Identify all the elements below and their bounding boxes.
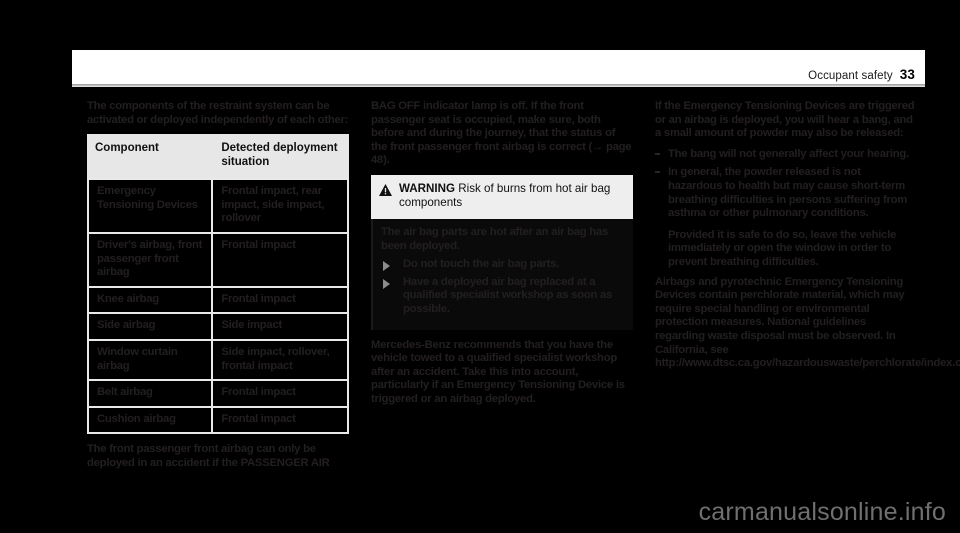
table-row: Driver's airbag, front passenger front a… — [87, 231, 349, 286]
cell-component: Side airbag — [87, 312, 214, 339]
list-item: In general, the powder released is not h… — [655, 166, 917, 220]
cell-component: Driver's airbag, front passenger front a… — [87, 231, 214, 286]
cell-component: Emergency Tensioning Devices — [87, 178, 214, 232]
table-row: Window curtain airbag Side impact, rollo… — [87, 338, 349, 380]
site-watermark: carmanualsonline.info — [698, 498, 946, 526]
leave-vehicle-paragraph: Provided it is safe to do so, leave the … — [668, 228, 897, 268]
cell-situation: Frontal impact, rear impact, side impact… — [213, 178, 349, 232]
cell-situation: Side impact — [213, 312, 349, 339]
page-columns: The components of the restraint system c… — [87, 100, 960, 469]
restraint-intro-paragraph: The components of the restraint system c… — [87, 100, 349, 126]
cell-component: Knee airbag — [87, 285, 214, 313]
column-header-deployment-situation: Detected deployment situation — [213, 134, 349, 179]
warning-title-line: WARNING Risk of burns from hot air bag c… — [399, 182, 625, 211]
table-row: Side airbag Side impact — [87, 312, 349, 339]
cell-situation: Frontal impact — [213, 285, 349, 313]
table-row: Cushion airbag Frontal impact — [87, 405, 349, 435]
table-header-row: Component Detected deployment situation — [87, 134, 349, 179]
section-title: Occupant safety — [808, 70, 893, 82]
list-item: Do not touch the air bag parts. — [381, 258, 625, 272]
column-three: If the Emergency Tensioning Devices are … — [655, 100, 960, 380]
list-item: Have a deployed air bag replaced at a qu… — [381, 276, 625, 317]
cell-situation: Frontal impact — [213, 379, 349, 406]
deployment-effects-list: The bang will not generally affect your … — [655, 148, 917, 221]
perchlorate-disposal-paragraph: Airbags and pyrotechnic Emergency Tensio… — [655, 275, 960, 370]
warning-action-list: Do not touch the air bag parts. Have a d… — [381, 258, 625, 316]
table-row: Emergency Tensioning Devices Frontal imp… — [87, 178, 349, 232]
cell-situation: Frontal impact — [213, 231, 349, 286]
table-row: Belt airbag Frontal impact — [87, 379, 349, 406]
manual-page: Occupant safety 33 The components of the … — [0, 0, 960, 533]
cell-situation: Side impact, rollover, frontal impact — [213, 338, 349, 380]
warning-callout: WARNING Risk of burns from hot air bag c… — [371, 174, 633, 330]
bag-off-indicator-paragraph: BAG OFF indicator lamp is off. If the fr… — [371, 100, 632, 167]
page-header-band: Occupant safety 33 — [72, 50, 925, 84]
column-header-component: Component — [87, 134, 214, 179]
column-two: BAG OFF indicator lamp is off. If the fr… — [371, 100, 633, 416]
cell-component: Window curtain airbag — [87, 338, 214, 380]
warning-body: The air bag parts are hot after an air b… — [371, 218, 633, 330]
warning-lead-text: The air bag parts are hot after an air b… — [381, 225, 609, 252]
list-item: The bang will not generally affect your … — [655, 148, 917, 162]
page-number: 33 — [899, 67, 915, 82]
component-deployment-table: Component Detected deployment situation … — [87, 134, 349, 435]
warning-header: WARNING Risk of burns from hot air bag c… — [371, 174, 633, 219]
towing-recommendation-paragraph: Mercedes-Benz recommends that you have t… — [371, 338, 625, 405]
warning-label: WARNING — [399, 181, 456, 195]
cell-situation: Frontal impact — [213, 405, 349, 435]
table-row: Knee airbag Frontal impact — [87, 285, 349, 313]
column-one: The components of the restraint system c… — [87, 100, 349, 480]
running-head: Occupant safety 33 — [808, 67, 915, 82]
front-passenger-airbag-paragraph: The front passenger front airbag can onl… — [87, 443, 330, 469]
header-rule — [72, 84, 925, 87]
cell-component: Belt airbag — [87, 379, 214, 406]
warning-triangle-icon — [379, 183, 392, 201]
cell-component: Cushion airbag — [87, 405, 214, 435]
deployment-noise-paragraph: If the Emergency Tensioning Devices are … — [655, 100, 915, 140]
